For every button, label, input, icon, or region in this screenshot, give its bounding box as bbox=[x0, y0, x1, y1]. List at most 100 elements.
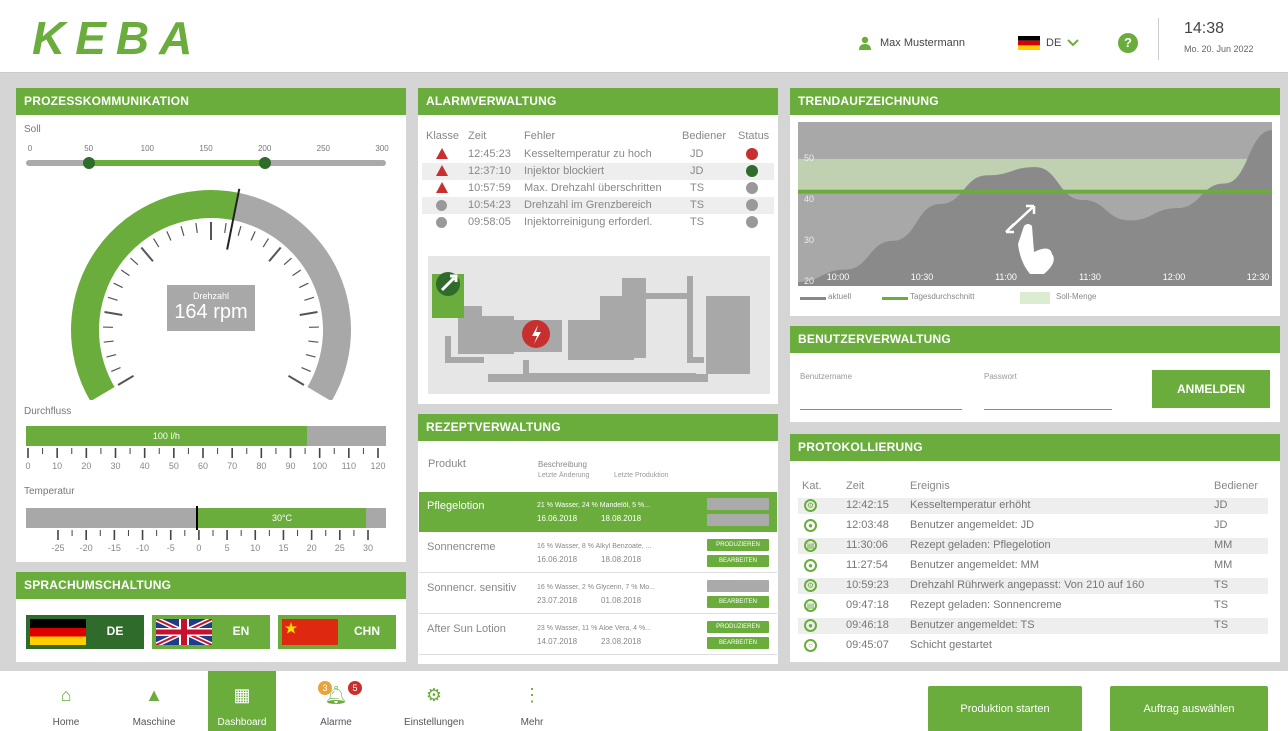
login-button[interactable]: ANMELDEN bbox=[1152, 370, 1270, 408]
scale-tick-label: 0 bbox=[25, 461, 30, 471]
gear-icon: ⚙ bbox=[425, 685, 443, 705]
protocol-time: 09:45:07 bbox=[846, 639, 889, 651]
language-button-de[interactable]: DE bbox=[26, 615, 144, 649]
protocol-row[interactable]: ○ 09:45:07 Schicht gestartet bbox=[798, 638, 1268, 654]
protocol-row[interactable]: ▤ 09:47:18 Rezept geladen: Sonnencreme TS bbox=[798, 598, 1268, 614]
trend-chart[interactable]: 20 30 40 50 10:00 10:30 11:00 11:30 12:00 12:30 bbox=[798, 122, 1272, 286]
nav-machine[interactable]: ▲ Maschine bbox=[120, 671, 188, 731]
nav-dashboard[interactable]: ▦ Dashboard bbox=[208, 671, 276, 731]
recipe-produced: 23.08.2018 bbox=[601, 637, 642, 646]
scale-tick-label: 30 bbox=[110, 461, 120, 471]
recipe-changed: 16.06.2018 bbox=[537, 514, 578, 523]
gauge-tick bbox=[304, 296, 315, 301]
warning-icon bbox=[436, 148, 448, 159]
recipe-row[interactable]: Sonnencreme 16 % Wasser, 8 % Alkyl Benzoa… bbox=[419, 533, 777, 573]
protocol-row[interactable]: ⚙ 12:42:15 Kesseltemperatur erhöht JD bbox=[798, 498, 1268, 514]
alarm-row[interactable]: 12:37:10 Injektor blockiert JD bbox=[422, 163, 774, 180]
panel-title: TRENDAUFZEICHNUNG bbox=[790, 88, 1280, 115]
soll-tick-label: 0 bbox=[27, 144, 33, 153]
language-button-chn[interactable]: CHN bbox=[278, 615, 396, 649]
flow-label: Durchfluss bbox=[24, 406, 72, 417]
col-status: Status bbox=[738, 130, 770, 142]
nav-label: Einstellungen bbox=[403, 717, 465, 728]
recipe-row[interactable]: Sonnencr. sensitiv 16 % Wasser, 2 % Glyce… bbox=[419, 574, 777, 614]
language-label: EN bbox=[232, 624, 250, 638]
doc-icon: ▤ bbox=[804, 539, 817, 552]
keba-logo: KEBA bbox=[32, 16, 192, 60]
recipe-produced: 18.08.2018 bbox=[601, 555, 642, 564]
bottom-navigation: ⌂ Home ▲ Maschine ▦ Dashboard 🔔︎ 3 5 Ala… bbox=[0, 671, 1288, 731]
alarm-row[interactable]: 09:58:05 Injektorreinigung erforderl. TS bbox=[422, 214, 774, 231]
protocol-row[interactable]: ⚙ 10:59:23 Drehzahl Rührwerk angepasst: Vo… bbox=[798, 578, 1268, 594]
scale-tick-label: 80 bbox=[256, 461, 266, 471]
gauge-label: Drehzahl bbox=[192, 291, 230, 301]
alarm-time: 09:58:05 bbox=[468, 216, 511, 228]
scale-tick-label: 5 bbox=[225, 543, 230, 553]
protocol-event: Benutzer angemeldet: MM bbox=[910, 559, 1040, 571]
gauge-tick bbox=[111, 367, 121, 372]
panel-title: SPRACHUMSCHALTUNG bbox=[16, 572, 406, 599]
alarm-badge-warning: 3 bbox=[318, 681, 332, 695]
scale-tick-label: 90 bbox=[285, 461, 295, 471]
nav-settings[interactable]: ⚙ Einstellungen bbox=[400, 671, 468, 731]
col-klasse: Klasse bbox=[426, 130, 460, 142]
protocol-table-header: Kat. Zeit Ereignis Bediener bbox=[798, 480, 1268, 496]
select-order-button[interactable]: Auftrag auswählen bbox=[1110, 686, 1268, 731]
nav-home[interactable]: ⌂ Home bbox=[32, 671, 100, 731]
german-flag-icon bbox=[1018, 36, 1040, 50]
home-icon: ⌂ bbox=[60, 685, 72, 705]
alarm-row[interactable]: 12:45:23 Kesseltemperatur zu hoch JD bbox=[422, 146, 774, 163]
user-menu[interactable]: Max Mustermann bbox=[858, 36, 965, 50]
panel-title: REZEPTVERWALTUNG bbox=[418, 414, 778, 441]
password-field[interactable]: Passwort bbox=[984, 370, 1112, 410]
protocol-row[interactable]: ● 11:27:54 Benutzer angemeldet: MM MM bbox=[798, 558, 1268, 574]
username-field[interactable]: Benutzername bbox=[800, 370, 962, 410]
protocol-row[interactable]: ● 09:46:18 Benutzer angemeldet: TS TS bbox=[798, 618, 1268, 634]
gauge-tick bbox=[104, 311, 123, 316]
gauge-tick bbox=[180, 226, 185, 237]
alarm-row[interactable]: 10:57:59 Max. Drehzahl überschritten TS bbox=[422, 180, 774, 197]
status-icon bbox=[746, 165, 758, 177]
recipe-name: Sonnencr. sensitiv bbox=[427, 582, 517, 594]
produce-button[interactable]: PRODUZIEREN bbox=[707, 539, 769, 551]
legend-actual-swatch bbox=[800, 297, 826, 300]
clock-time: 14:38 bbox=[1184, 20, 1225, 37]
recipe-row[interactable]: After Sun Lotion 23 % Wasser, 11 % Aloe V… bbox=[419, 615, 777, 655]
protocol-row[interactable]: ▤ 11:30:06 Rezept geladen: Pflegelotion MM bbox=[798, 538, 1268, 554]
recipe-header-product: Produkt bbox=[428, 458, 466, 470]
legend-target: Soll-Menge bbox=[1056, 292, 1097, 301]
protocol-row[interactable]: ● 12:03:48 Benutzer angemeldet: JD JD bbox=[798, 518, 1268, 534]
language-label: DE bbox=[106, 624, 124, 638]
protocol-time: 12:42:15 bbox=[846, 499, 889, 511]
scale-tick-label: 25 bbox=[335, 543, 345, 553]
edit-button[interactable]: BEARBEITEN bbox=[707, 596, 769, 608]
scale-tick-label: -25 bbox=[51, 543, 64, 553]
legend-target-swatch bbox=[1020, 292, 1050, 304]
gauge-tick bbox=[301, 367, 311, 372]
edit-button[interactable]: BEARBEITEN bbox=[707, 555, 769, 567]
recipe-placeholder-button bbox=[707, 580, 769, 592]
language-select[interactable]: DE bbox=[1018, 36, 1079, 50]
produce-button[interactable]: PRODUZIEREN bbox=[707, 621, 769, 633]
edit-button[interactable]: BEARBEITEN bbox=[707, 637, 769, 649]
warning-icon bbox=[436, 182, 448, 193]
nav-more[interactable]: ⋮ Mehr bbox=[498, 671, 566, 731]
soll-slider-range bbox=[88, 160, 265, 166]
help-icon[interactable]: ? bbox=[1118, 33, 1138, 53]
gear-icon: ⚙ bbox=[804, 499, 817, 512]
alarm-panel: ALARMVERWALTUNG Klasse Zeit Fehler Bedie… bbox=[418, 88, 778, 404]
language-button-en[interactable]: EN bbox=[152, 615, 270, 649]
gauge-tick bbox=[107, 296, 118, 301]
alarm-row[interactable]: 10:54:23 Drehzahl im Grenzbereich TS bbox=[422, 197, 774, 214]
soll-slider-handle-min[interactable] bbox=[82, 157, 95, 169]
soll-slider-handle-max[interactable] bbox=[258, 157, 271, 169]
scale-tick-label: -15 bbox=[108, 543, 121, 553]
soll-tick-label: 50 bbox=[84, 144, 94, 153]
start-production-button[interactable]: Produktion starten bbox=[928, 686, 1082, 731]
recipe-row[interactable]: Pflegelotion 21 % Wasser, 24 % Mandelöl, … bbox=[419, 492, 777, 532]
alarm-error: Injektor blockiert bbox=[524, 165, 605, 177]
x-tick-label: 12:30 bbox=[1247, 272, 1270, 282]
chevron-down-icon bbox=[1067, 39, 1079, 47]
scale-tick-label: 10 bbox=[52, 461, 62, 471]
nav-alarms[interactable]: 🔔︎ 3 5 Alarme bbox=[302, 671, 370, 731]
